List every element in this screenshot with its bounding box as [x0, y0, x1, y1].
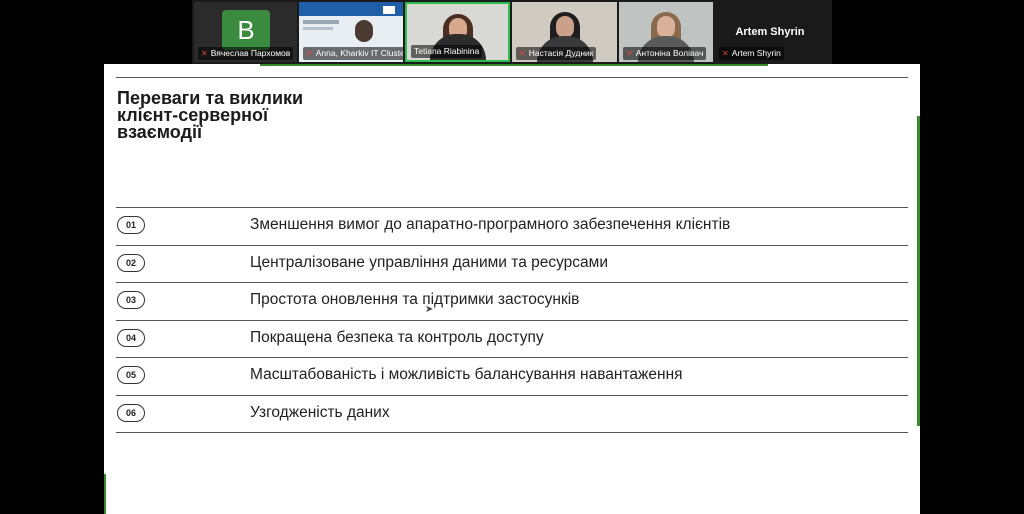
slide-title: Переваги та виклики клієнт-серверної вза… — [117, 88, 304, 142]
list-item: 02 Централізоване управління даними та р… — [116, 244, 908, 283]
item-text: Централізоване управління даними та ресу… — [250, 253, 608, 271]
accent-line — [104, 474, 106, 514]
participant-name: ✕ Вячеслав Пархомов — [198, 47, 294, 60]
presentation-slide: Переваги та виклики клієнт-серверної вза… — [104, 64, 920, 514]
divider — [116, 77, 908, 78]
participant-display-name: Artem Shyrin — [735, 26, 805, 38]
participant-name: ✕ Anna, Kharkiv IT Cluster — [303, 47, 403, 60]
item-number-badge: 04 — [117, 328, 145, 347]
participant-tile-active[interactable]: Tetiana Riabinina — [405, 2, 510, 62]
participant-strip: B ✕ Вячеслав Пархомов ✕ Anna, Kharkiv IT C… — [192, 0, 832, 64]
mic-muted-icon: ✕ — [306, 49, 313, 58]
list-item: 01 Зменшення вимог до апаратно-програмно… — [116, 207, 908, 245]
participant-name: ✕ Антоніна Волівач — [623, 47, 707, 60]
mic-muted-icon: ✕ — [519, 49, 526, 58]
item-number-badge: 05 — [117, 366, 145, 384]
item-text: Простота оновлення та підтримки застосун… — [250, 291, 580, 308]
item-number-badge: 03 — [117, 291, 145, 309]
list-item: 03 Простота оновлення та підтримки засто… — [116, 282, 908, 320]
mic-muted-icon: ✕ — [626, 49, 633, 58]
accent-line — [917, 116, 920, 426]
participant-tile[interactable]: ✕ Настасія Дудник — [512, 2, 617, 62]
participant-name: Tetiana Riabinina — [411, 45, 483, 58]
benefits-list: 01 Зменшення вимог до апаратно-програмно… — [116, 207, 908, 433]
avatar: B — [222, 10, 270, 50]
item-text: Масштабованість і можливість балансуванн… — [250, 366, 683, 383]
item-number-badge: 02 — [117, 253, 145, 272]
participant-name: ✕ Настасія Дудник — [516, 47, 597, 60]
participant-tile[interactable]: Artem Shyrin ✕ Artem Shyrin — [715, 2, 825, 62]
mouse-cursor-icon: ➤ — [425, 304, 434, 315]
item-number-badge: 01 — [117, 216, 145, 234]
accent-line — [260, 64, 768, 66]
participant-tile[interactable]: ✕ Антоніна Волівач — [619, 2, 713, 62]
item-text: Покращена безпека та контроль доступу — [250, 328, 544, 346]
participant-tile[interactable]: ✕ Anna, Kharkiv IT Cluster — [299, 2, 403, 62]
mic-muted-icon: ✕ — [201, 49, 208, 58]
list-item: 04 Покращена безпека та контроль доступу — [116, 319, 908, 358]
participant-name: ✕ Artem Shyrin — [719, 47, 784, 60]
list-item: 05 Масштабованість і можливість балансув… — [116, 357, 908, 395]
list-item: 06 Узгодженість даних — [116, 394, 908, 433]
item-number-badge: 06 — [117, 403, 145, 422]
participant-tile[interactable]: B ✕ Вячеслав Пархомов — [194, 2, 297, 62]
item-text: Узгодженість даних — [250, 403, 390, 421]
mic-muted-icon: ✕ — [722, 49, 729, 58]
item-text: Зменшення вимог до апаратно-програмного … — [250, 216, 731, 233]
